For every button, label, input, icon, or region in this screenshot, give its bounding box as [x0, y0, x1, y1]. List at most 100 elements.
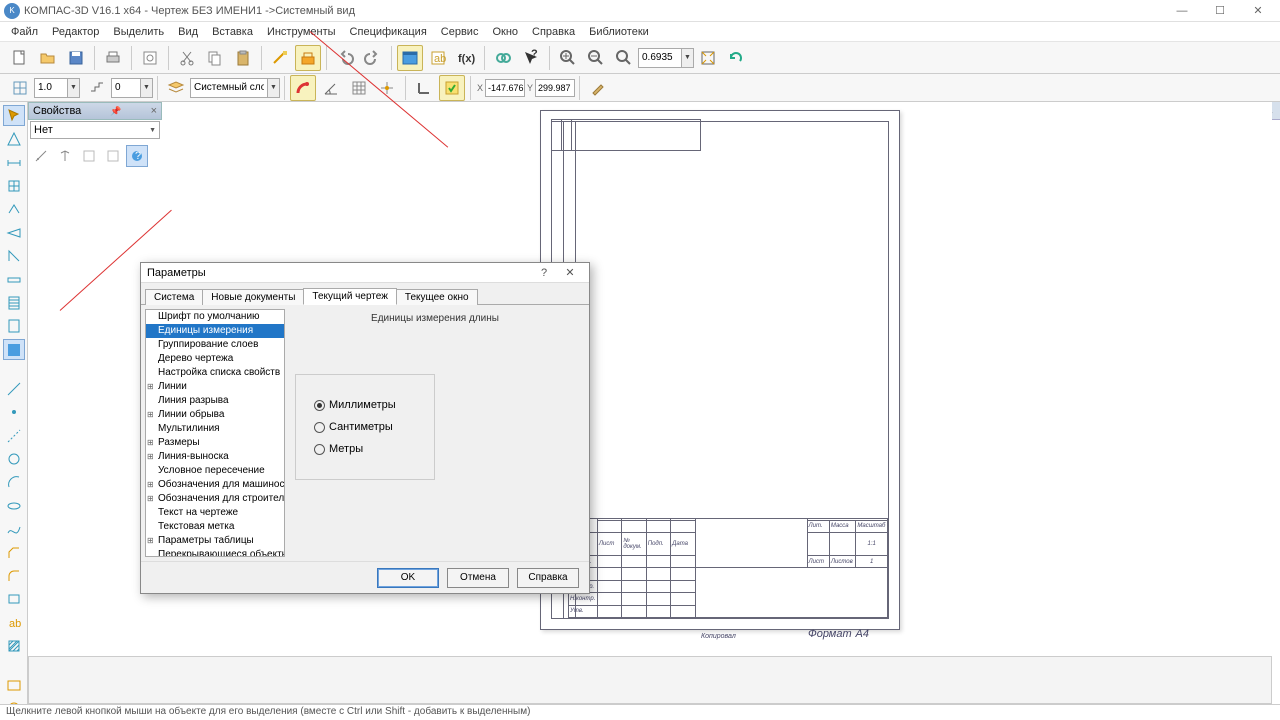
- text-tool[interactable]: ab: [3, 612, 25, 633]
- symbols-tool[interactable]: [3, 175, 25, 196]
- spline-tool[interactable]: [3, 518, 25, 539]
- zoom-fit-button[interactable]: [695, 45, 721, 71]
- tree-item[interactable]: Перекрывающиеся объекты: [146, 548, 284, 557]
- zoom-window-button[interactable]: [611, 45, 637, 71]
- state-button[interactable]: [7, 75, 33, 101]
- menu-вставка[interactable]: Вставка: [205, 24, 260, 40]
- mini-tool-2[interactable]: [54, 145, 76, 167]
- paste-button[interactable]: [230, 45, 256, 71]
- help-button[interactable]: Справка: [517, 568, 579, 588]
- zoom-value[interactable]: [638, 48, 682, 68]
- step-button[interactable]: [84, 75, 110, 101]
- menu-инструменты[interactable]: Инструменты: [260, 24, 343, 40]
- menu-вид[interactable]: Вид: [171, 24, 205, 40]
- tree-item[interactable]: Обозначения для строительства: [146, 492, 284, 506]
- rect-tool[interactable]: [3, 589, 25, 610]
- rebuild-button[interactable]: [490, 45, 516, 71]
- tree-item[interactable]: Единицы измерения: [146, 324, 284, 338]
- menu-сервис[interactable]: Сервис: [434, 24, 486, 40]
- tree-item[interactable]: Размеры: [146, 436, 284, 450]
- zoom-out-button[interactable]: [583, 45, 609, 71]
- layer-select[interactable]: [190, 78, 268, 98]
- cancel-button[interactable]: Отмена: [447, 568, 509, 588]
- select-tool[interactable]: [3, 105, 25, 126]
- tree-item[interactable]: Параметры таблицы: [146, 534, 284, 548]
- mini-help[interactable]: ?: [126, 145, 148, 167]
- geometry-tool[interactable]: [3, 128, 25, 149]
- ok-button[interactable]: OK: [377, 568, 439, 588]
- circle-tool[interactable]: [3, 448, 25, 469]
- params-tool[interactable]: [3, 245, 25, 266]
- layers-button[interactable]: [163, 75, 189, 101]
- menu-спецификация[interactable]: Спецификация: [343, 24, 434, 40]
- redo-button[interactable]: [360, 45, 386, 71]
- report-tool[interactable]: [3, 316, 25, 337]
- scale-dropdown[interactable]: ▼: [68, 78, 80, 98]
- tree-item[interactable]: Группирование слоев: [146, 338, 284, 352]
- local-cs-button[interactable]: [411, 75, 437, 101]
- layer-dropdown[interactable]: ▼: [268, 78, 280, 98]
- views-tool[interactable]: [3, 339, 25, 360]
- chamfer-tool[interactable]: [3, 542, 25, 563]
- close-button[interactable]: ✕: [1240, 1, 1276, 21]
- rough-tool[interactable]: [3, 199, 25, 220]
- new-button[interactable]: [7, 45, 33, 71]
- radio-Миллиметры[interactable]: Миллиметры: [314, 399, 416, 411]
- menu-окно[interactable]: Окно: [485, 24, 525, 40]
- dialog-help-button[interactable]: ?: [531, 264, 557, 282]
- grid-button[interactable]: [346, 75, 372, 101]
- round-button[interactable]: [439, 75, 465, 101]
- tree-item[interactable]: Дерево чертежа: [146, 352, 284, 366]
- step-dropdown[interactable]: ▼: [141, 78, 153, 98]
- mini-tool-4[interactable]: [102, 145, 124, 167]
- dialog-tab-2[interactable]: Текущий чертеж: [303, 288, 397, 305]
- tree-item[interactable]: Шрифт по умолчанию: [146, 310, 284, 324]
- menu-редактор[interactable]: Редактор: [45, 24, 106, 40]
- mini-tool-1[interactable]: [30, 145, 52, 167]
- edit-tool[interactable]: [3, 222, 25, 243]
- dialog-titlebar[interactable]: Параметры ? ✕: [141, 263, 589, 283]
- menu-файл[interactable]: Файл: [4, 24, 45, 40]
- copy-button[interactable]: [202, 45, 228, 71]
- dialog-tab-3[interactable]: Текущее окно: [396, 289, 478, 305]
- vars-button[interactable]: ab: [425, 45, 451, 71]
- settings-tree[interactable]: Шрифт по умолчаниюЕдиницы измеренияГрупп…: [145, 309, 285, 557]
- tree-item[interactable]: Обозначения для машиностроения: [146, 478, 284, 492]
- fillet-tool[interactable]: [3, 565, 25, 586]
- step-input[interactable]: [111, 78, 141, 98]
- help-cursor-button[interactable]: ?: [518, 45, 544, 71]
- radio-Метры[interactable]: Метры: [314, 443, 416, 455]
- radio-Сантиметры[interactable]: Сантиметры: [314, 421, 416, 433]
- preview-button[interactable]: [137, 45, 163, 71]
- style-combo[interactable]: Нет▼: [30, 121, 160, 139]
- point-tool[interactable]: [3, 401, 25, 422]
- dimension-tool[interactable]: [3, 152, 25, 173]
- undo-button[interactable]: [332, 45, 358, 71]
- tree-item[interactable]: Мультилиния: [146, 422, 284, 436]
- save-button[interactable]: [63, 45, 89, 71]
- fx-button[interactable]: f(x): [453, 45, 479, 71]
- tree-item[interactable]: Линия разрыва: [146, 394, 284, 408]
- menu-справка[interactable]: Справка: [525, 24, 582, 40]
- aux-line-tool[interactable]: [3, 425, 25, 446]
- measure-tool[interactable]: [3, 269, 25, 290]
- scale-input[interactable]: [34, 78, 68, 98]
- tree-item[interactable]: Линия-выноска: [146, 450, 284, 464]
- tree-item[interactable]: Настройка списка свойств: [146, 366, 284, 380]
- dialog-close-button[interactable]: ✕: [557, 264, 583, 282]
- brush-button[interactable]: [585, 75, 611, 101]
- menu-библиотеки[interactable]: Библиотеки: [582, 24, 656, 40]
- cut-button[interactable]: [174, 45, 200, 71]
- manager-button[interactable]: [397, 45, 423, 71]
- menu-выделить[interactable]: Выделить: [106, 24, 171, 40]
- minimize-button[interactable]: —: [1164, 1, 1200, 21]
- tree-item[interactable]: Текст на чертеже: [146, 506, 284, 520]
- tree-item[interactable]: Линии: [146, 380, 284, 394]
- tree-item[interactable]: Условное пересечение: [146, 464, 284, 478]
- mini-tool-3[interactable]: [78, 145, 100, 167]
- copy-props-button[interactable]: [295, 45, 321, 71]
- spec-tool[interactable]: [3, 292, 25, 313]
- zoom-in-button[interactable]: [555, 45, 581, 71]
- ellipse-tool[interactable]: [3, 495, 25, 516]
- properties-close[interactable]: ×: [151, 105, 157, 117]
